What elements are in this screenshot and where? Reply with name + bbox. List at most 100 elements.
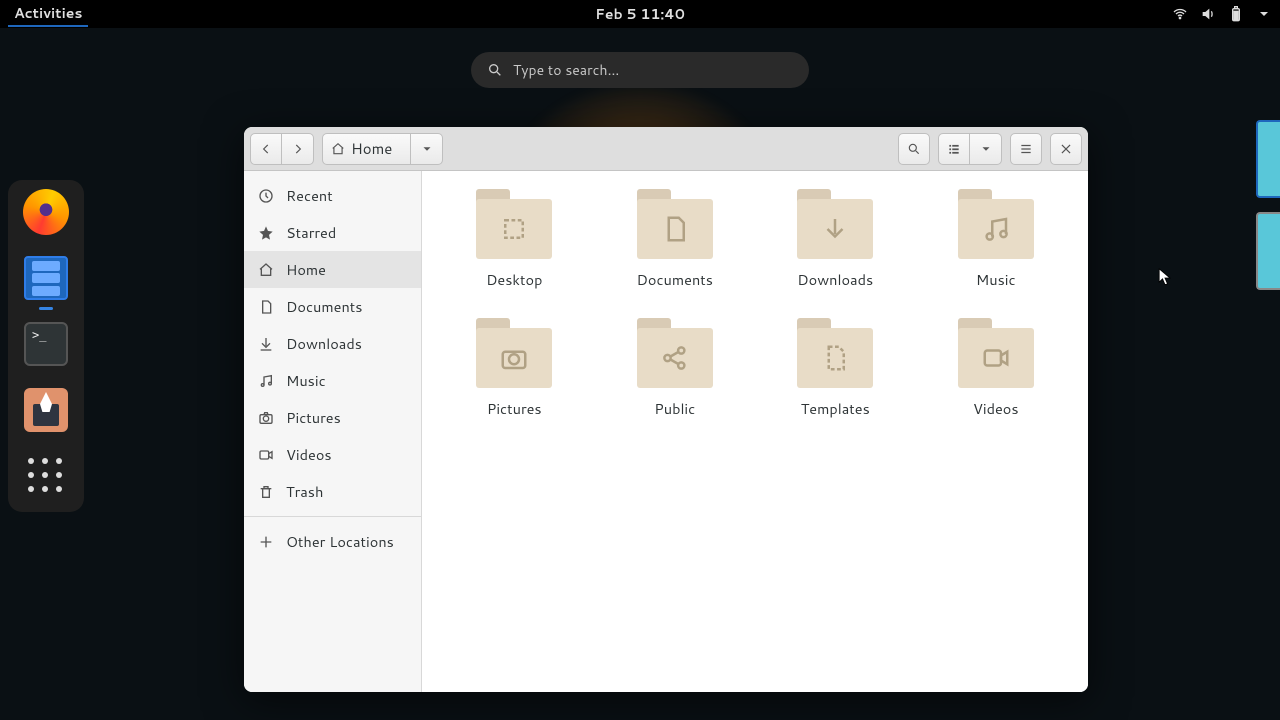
clock[interactable]: Feb 5 11:40	[595, 4, 685, 24]
running-indicator	[39, 307, 53, 310]
sidebar-item-label: Documents	[286, 296, 362, 317]
path-home-button[interactable]: Home	[322, 133, 411, 165]
close-button[interactable]	[1050, 133, 1082, 165]
sidebar-item-label: Pictures	[286, 407, 341, 428]
terminal-icon: >_	[24, 322, 68, 366]
folder-label: Videos	[973, 398, 1019, 419]
files-body: Recent Starred Home Documents Downloads …	[244, 171, 1088, 692]
volume-icon	[1200, 6, 1216, 22]
trash-icon	[258, 484, 274, 500]
chevron-down-icon	[420, 142, 434, 156]
sidebar-item-label: Trash	[286, 481, 323, 502]
view-options-button[interactable]	[970, 133, 1002, 165]
dock-item-terminal[interactable]: >_	[22, 320, 70, 368]
music-icon	[258, 373, 274, 389]
files-headerbar: Home	[244, 127, 1088, 171]
dock-item-show-apps[interactable]	[22, 452, 70, 500]
mouse-cursor	[1158, 268, 1172, 288]
chevron-right-icon	[291, 142, 305, 156]
sidebar-item-label: Videos	[286, 444, 332, 465]
overview-search[interactable]: Type to search…	[471, 52, 809, 88]
sidebar-item-recent[interactable]: Recent	[244, 177, 421, 214]
sidebar-item-starred[interactable]: Starred	[244, 214, 421, 251]
folder-label: Pictures	[487, 398, 542, 419]
activities-button[interactable]: Activities	[8, 1, 88, 27]
battery-icon	[1228, 6, 1244, 22]
folder-videos[interactable]: Videos	[916, 318, 1077, 419]
folder-label: Music	[976, 269, 1016, 290]
sidebar-item-home[interactable]: Home	[244, 251, 421, 288]
forward-button[interactable]	[282, 133, 314, 165]
search-icon	[487, 62, 503, 78]
sidebar-item-label: Home	[286, 259, 326, 280]
path-bar: Home	[322, 133, 443, 165]
apps-grid-icon	[28, 458, 64, 494]
sidebar-item-label: Other Locations	[286, 531, 394, 552]
folder-music[interactable]: Music	[916, 189, 1077, 290]
folder-icon	[476, 318, 552, 390]
folder-grid: Desktop Documents Downloads	[434, 189, 1076, 419]
sidebar-item-label: Recent	[286, 185, 333, 206]
folder-icon	[637, 318, 713, 390]
hamburger-menu-button[interactable]	[1010, 133, 1042, 165]
workspace-switcher	[1256, 120, 1280, 290]
sidebar-item-label: Music	[286, 370, 326, 391]
folder-icon	[797, 189, 873, 261]
folder-icon	[476, 189, 552, 261]
firefox-icon	[23, 189, 69, 235]
hamburger-icon	[1019, 142, 1033, 156]
sidebar-item-other-locations[interactable]: Other Locations	[244, 523, 421, 560]
video-icon	[258, 447, 274, 463]
sidebar-item-trash[interactable]: Trash	[244, 473, 421, 510]
dock-item-firefox[interactable]	[22, 188, 70, 236]
chevron-down-icon	[979, 142, 993, 156]
dash-dock: >_	[8, 180, 84, 512]
folder-pictures[interactable]: Pictures	[434, 318, 595, 419]
search-button[interactable]	[898, 133, 930, 165]
folder-icon	[797, 318, 873, 390]
workspace-1[interactable]	[1256, 120, 1280, 198]
download-icon	[258, 336, 274, 352]
folder-desktop[interactable]: Desktop	[434, 189, 595, 290]
folder-downloads[interactable]: Downloads	[755, 189, 916, 290]
close-icon	[1059, 142, 1073, 156]
folder-label: Desktop	[486, 269, 542, 290]
chevron-down-icon	[1256, 6, 1272, 22]
sidebar-item-music[interactable]: Music	[244, 362, 421, 399]
workspace-2[interactable]	[1256, 212, 1280, 290]
path-dropdown-button[interactable]	[411, 133, 443, 165]
back-button[interactable]	[250, 133, 282, 165]
sidebar-item-documents[interactable]: Documents	[244, 288, 421, 325]
folder-documents[interactable]: Documents	[595, 189, 756, 290]
files-icon	[24, 256, 68, 300]
star-icon	[258, 225, 274, 241]
list-icon	[947, 142, 961, 156]
view-list-button[interactable]	[938, 133, 970, 165]
sidebar-item-label: Starred	[286, 222, 336, 243]
sidebar-item-pictures[interactable]: Pictures	[244, 399, 421, 436]
sidebar-item-downloads[interactable]: Downloads	[244, 325, 421, 362]
plus-icon	[258, 534, 274, 550]
sidebar-item-videos[interactable]: Videos	[244, 436, 421, 473]
path-label: Home	[345, 138, 402, 159]
home-icon	[331, 142, 345, 156]
wifi-icon	[1172, 6, 1188, 22]
dock-item-software[interactable]	[22, 386, 70, 434]
camera-icon	[258, 410, 274, 426]
folder-label: Public	[654, 398, 695, 419]
nav-buttons	[250, 133, 314, 165]
search-placeholder: Type to search…	[513, 60, 619, 80]
folder-templates[interactable]: Templates	[755, 318, 916, 419]
clock-icon	[258, 188, 274, 204]
files-window: Home Recent	[244, 127, 1088, 692]
dock-item-files[interactable]	[22, 254, 70, 302]
files-sidebar: Recent Starred Home Documents Downloads …	[244, 171, 422, 692]
folder-public[interactable]: Public	[595, 318, 756, 419]
search-icon	[907, 142, 921, 156]
folder-label: Downloads	[797, 269, 873, 290]
status-area[interactable]	[1172, 6, 1272, 22]
files-content[interactable]: Desktop Documents Downloads	[422, 171, 1088, 692]
sidebar-separator	[244, 516, 421, 517]
document-icon	[258, 299, 274, 315]
chevron-left-icon	[259, 142, 273, 156]
